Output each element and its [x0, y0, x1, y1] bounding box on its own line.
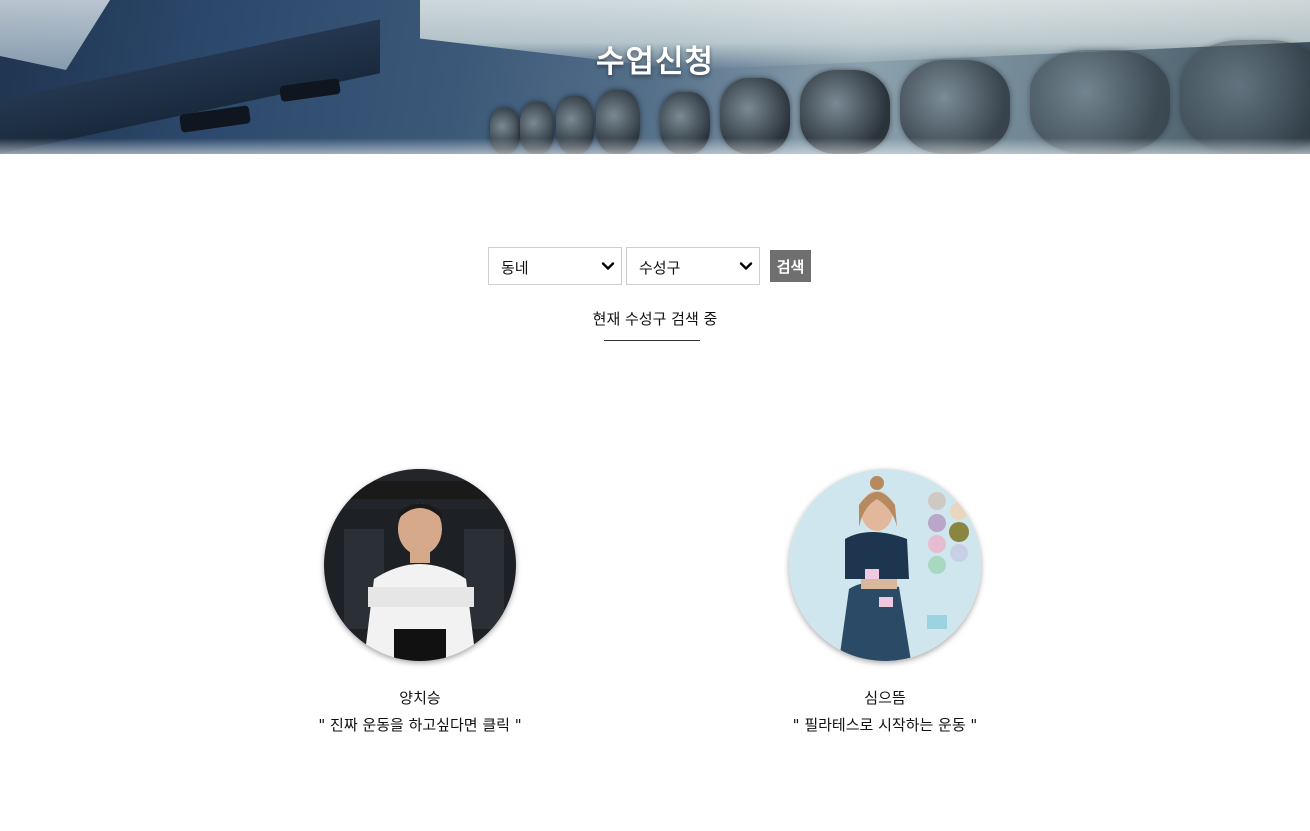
page-title: 수업신청 — [595, 44, 715, 80]
divider — [604, 340, 700, 341]
trainer-tagline: " 진짜 운동을 하고싶다면 클릭 " — [318, 716, 522, 734]
hero-banner: 수업신청 — [0, 0, 1310, 154]
trainer-avatar[interactable] — [789, 469, 981, 661]
trainer-name: 심으뜸 — [864, 689, 906, 707]
trainer-card[interactable]: 심으뜸 " 필라테스로 시작하는 운동 " — [735, 469, 1035, 735]
trainer-name: 양치승 — [399, 689, 441, 707]
chevron-down-icon — [739, 262, 753, 270]
trainer-tagline: " 필라테스로 시작하는 운동 " — [792, 716, 978, 734]
trainer-card[interactable]: 양치승 " 진짜 운동을 하고싶다면 클릭 " — [270, 469, 570, 735]
chevron-down-icon — [601, 262, 615, 270]
floor — [0, 138, 1310, 154]
trainer-photo — [324, 469, 516, 661]
neighborhood-select[interactable]: 동네 — [488, 247, 622, 285]
search-status-text: 현재 수성구 검색 중 — [592, 310, 718, 328]
trainer-photo — [789, 469, 981, 661]
search-filter-bar: 동네 수성구 검색 — [488, 247, 811, 285]
search-button[interactable]: 검색 — [770, 250, 811, 282]
district-select-value: 수성구 — [639, 259, 681, 277]
trainer-avatar[interactable] — [324, 469, 516, 661]
neighborhood-select-value: 동네 — [501, 259, 529, 277]
district-select[interactable]: 수성구 — [626, 247, 760, 285]
